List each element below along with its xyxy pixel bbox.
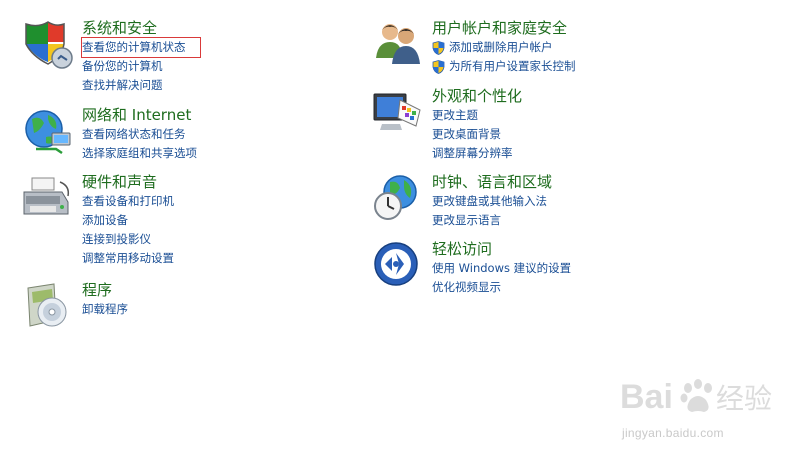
link-adjust-resolution[interactable]: 调整屏幕分辨率: [432, 144, 732, 163]
link-mobility-settings[interactable]: 调整常用移动设置: [82, 249, 382, 268]
category-title-system-security[interactable]: 系统和安全: [82, 18, 382, 38]
link-change-wallpaper[interactable]: 更改桌面背景: [432, 125, 732, 144]
link-backup-computer[interactable]: 备份您的计算机: [82, 57, 382, 76]
shield-security-icon[interactable]: [22, 18, 74, 70]
category-title-user-accounts[interactable]: 用户帐户和家庭安全: [432, 18, 732, 38]
link-add-remove-users-label: 添加或删除用户帐户: [449, 40, 553, 54]
link-change-keyboard[interactable]: 更改键盘或其他输入法: [432, 192, 732, 211]
svg-text:Bai: Bai: [620, 378, 673, 416]
link-add-device[interactable]: 添加设备: [82, 211, 382, 230]
link-change-theme[interactable]: 更改主题: [432, 106, 732, 125]
link-troubleshoot[interactable]: 查找并解决问题: [82, 76, 382, 95]
baidu-logo-icon: Bai 经验: [620, 378, 772, 416]
clock-globe-icon[interactable]: [372, 172, 424, 224]
link-connect-projector[interactable]: 连接到投影仪: [82, 230, 382, 249]
ease-of-access-icon[interactable]: [372, 239, 424, 291]
category-title-programs[interactable]: 程序: [82, 280, 382, 300]
category-title-appearance[interactable]: 外观和个性化: [432, 86, 732, 106]
globe-network-icon[interactable]: [22, 105, 74, 157]
link-devices-printers[interactable]: 查看设备和打印机: [82, 192, 382, 211]
baidu-jingyan-watermark: Bai 经验 jingyan.baidu.com: [618, 368, 778, 448]
link-view-network-status[interactable]: 查看网络状态和任务: [82, 125, 382, 144]
link-uninstall-program[interactable]: 卸载程序: [82, 300, 382, 319]
category-title-hardware-sound[interactable]: 硬件和声音: [82, 172, 382, 192]
watermark-url: jingyan.baidu.com: [622, 426, 724, 440]
printer-icon[interactable]: [22, 172, 74, 224]
monitor-palette-icon[interactable]: [372, 86, 424, 138]
link-parental-controls[interactable]: 为所有用户设置家长控制: [432, 57, 732, 76]
link-add-remove-users[interactable]: 添加或删除用户帐户: [432, 38, 732, 57]
link-view-computer-status[interactable]: 查看您的计算机状态: [81, 37, 201, 58]
link-parental-controls-label: 为所有用户设置家长控制: [449, 59, 576, 73]
programs-disc-icon[interactable]: [22, 280, 74, 332]
link-change-display-language[interactable]: 更改显示语言: [432, 211, 732, 230]
link-homegroup-sharing[interactable]: 选择家庭组和共享选项: [82, 144, 382, 163]
uac-shield-icon: [432, 40, 445, 55]
category-title-clock-language-region[interactable]: 时钟、语言和区域: [432, 172, 732, 192]
category-title-ease-of-access[interactable]: 轻松访问: [432, 239, 732, 259]
link-optimize-video-display[interactable]: 优化视频显示: [432, 278, 732, 297]
svg-text:经验: 经验: [716, 383, 772, 414]
link-recommended-settings[interactable]: 使用 Windows 建议的设置: [432, 259, 732, 278]
category-title-network-internet[interactable]: 网络和 Internet: [82, 105, 382, 125]
users-icon[interactable]: [372, 18, 424, 70]
uac-shield-icon: [432, 59, 445, 74]
